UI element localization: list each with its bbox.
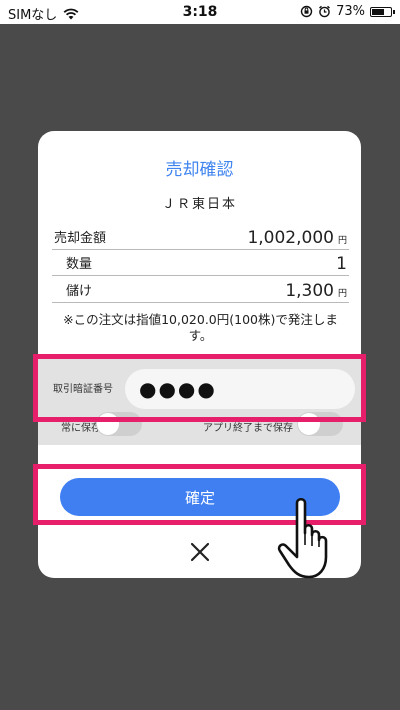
quantity-value: 1 (336, 254, 347, 274)
profit-label: 儲け (66, 284, 93, 299)
sale-amount-label: 売却金額 (54, 231, 107, 246)
sale-amount-value: 1,002,000 円 (247, 228, 347, 248)
battery-percent: 73% (336, 4, 365, 19)
order-note-line1: ※この注文は指値10,020.0円(100株)で発注しま (63, 312, 338, 327)
quantity-label: 数量 (66, 257, 93, 272)
status-bar-right: 73% (300, 4, 395, 19)
profit-value: 1,300 円 (285, 281, 347, 301)
battery-icon (370, 6, 395, 17)
row-sale-amount: 売却金額 1,002,000 円 (52, 223, 349, 250)
pointing-hand-icon (277, 497, 328, 579)
dialog-title: 売却確認 (165, 160, 234, 180)
close-button[interactable] (184, 536, 216, 568)
order-note: ※この注文は指値10,020.0円(100株)で発注しま す。 (52, 312, 349, 344)
stock-name: ＪＲ東日本 (161, 197, 237, 212)
order-note-line2: す。 (188, 328, 213, 343)
status-bar: SIMなし 3:18 73% (0, 0, 400, 24)
profit-unit: 円 (337, 289, 347, 299)
row-quantity: 数量 1 (52, 249, 349, 276)
sale-amount-unit: 円 (337, 236, 347, 246)
row-profit: 儲け 1,300 円 (52, 276, 349, 303)
orientation-lock-icon (300, 5, 313, 18)
password-highlight-frame (33, 354, 366, 422)
close-icon (190, 542, 210, 562)
alarm-icon (319, 5, 331, 18)
